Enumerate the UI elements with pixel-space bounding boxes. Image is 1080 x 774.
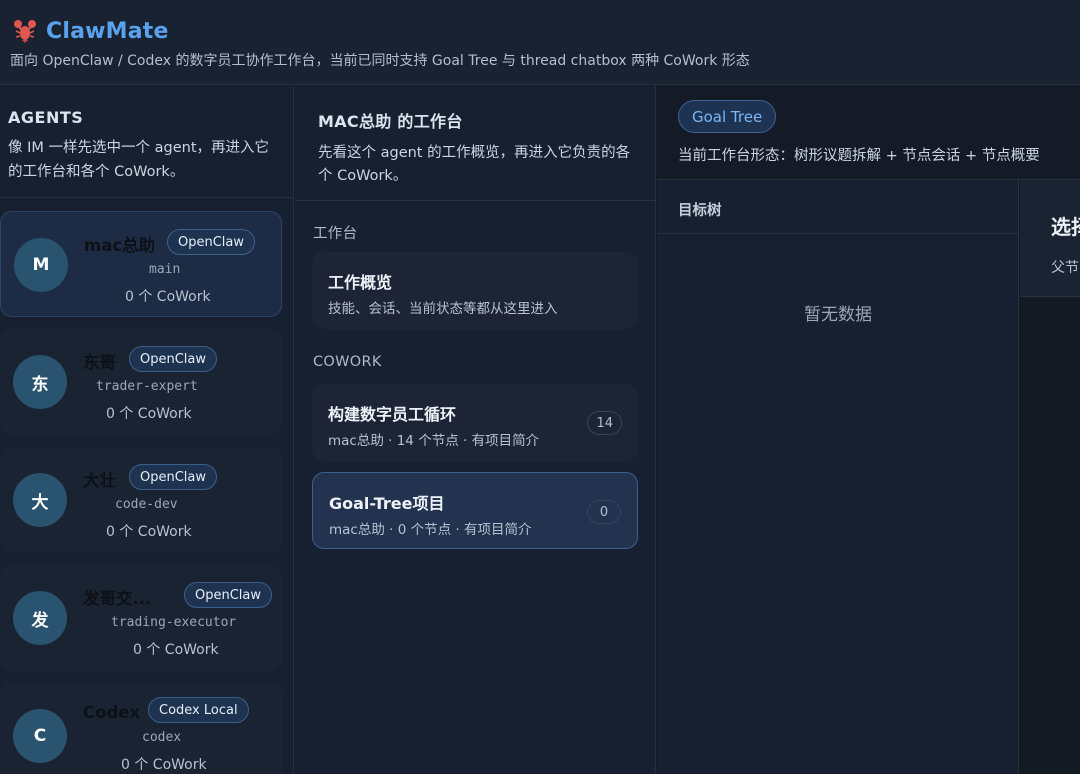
agents-sidebar: AGENTS 像 IM 一样先选中一个 agent，再进入它的工作台和各个 Co… (0, 86, 294, 774)
cowork-header: Goal Tree 当前工作台形态：树形议题拆解 + 节点会话 + 节点概要 (657, 86, 1080, 180)
agent-id: trading-executor (111, 615, 237, 630)
overview-title: 工作概览 (328, 273, 393, 292)
agent-id: code-dev (115, 497, 178, 512)
avatar: C (13, 709, 67, 763)
node-detail-subtitle: 父节点 (1051, 260, 1080, 276)
avatar: M (14, 238, 68, 292)
agent-name: 东哥 (83, 353, 116, 372)
node-count-badge: 14 (587, 411, 622, 435)
agent-card-codex[interactable]: C Codex Codex Local codex 0 个 CoWork (0, 683, 282, 774)
goal-tree-panel: 目标树 暂无数据 (657, 180, 1019, 774)
section-label-workbench: 工作台 (313, 226, 358, 242)
agent-type-badge: OpenClaw (129, 346, 218, 372)
cowork-area: Goal Tree 当前工作台形态：树形议题拆解 + 节点会话 + 节点概要 目… (657, 86, 1080, 774)
overview-card[interactable]: 工作概览 技能、会话、当前状态等都从这里进入 (312, 252, 638, 329)
agent-card-fage[interactable]: 发 发哥交... OpenClaw trading-executor 0 个 C… (0, 565, 282, 671)
cowork-subtitle: mac总助 · 0 个节点 · 有项目简介 (329, 522, 532, 538)
agent-name: 发哥交... (83, 589, 152, 608)
top-header: ClawMate 面向 OpenClaw / Codex 的数字员工协作工作台，… (0, 0, 1080, 85)
node-detail-title: 选择 (1051, 215, 1080, 239)
cowork-subtitle: mac总助 · 14 个节点 · 有项目简介 (328, 433, 540, 449)
app-root: ClawMate 面向 OpenClaw / Codex 的数字员工协作工作台，… (0, 0, 1080, 774)
agents-header: AGENTS 像 IM 一样先选中一个 agent，再进入它的工作台和各个 Co… (0, 86, 293, 198)
workspace-header: MAC总助 的工作台 先看这个 agent 的工作概览，再进入它负责的各个 Co… (295, 86, 655, 201)
overview-subtitle: 技能、会话、当前状态等都从这里进入 (328, 301, 558, 317)
agent-id: trader-expert (96, 379, 198, 394)
agent-name: 大壮 (83, 471, 116, 490)
agent-list: M mac总助 OpenClaw main 0 个 CoWork 东 东哥 Op… (0, 211, 282, 774)
section-label-cowork: COWORK (313, 354, 382, 370)
cowork-title: 构建数字员工循环 (328, 405, 457, 424)
cowork-title: Goal-Tree项目 (329, 494, 445, 513)
lobster-logo-icon (14, 20, 36, 43)
mode-description: 当前工作台形态：树形议题拆解 + 节点会话 + 节点概要 (678, 148, 1040, 164)
agent-name: Codex (83, 703, 141, 722)
node-count-badge: 0 (587, 500, 621, 524)
agent-cowork-count: 0 个 CoWork (106, 406, 192, 422)
agent-type-badge: OpenClaw (184, 582, 273, 608)
node-detail-header: 选择 父节点 (1020, 180, 1080, 297)
agent-name: mac总助 (84, 236, 156, 255)
agent-type-badge: Codex Local (148, 697, 249, 723)
cowork-item[interactable]: 构建数字员工循环 mac总助 · 14 个节点 · 有项目简介 14 (312, 384, 638, 461)
agent-card-dazhuang[interactable]: 大 大壮 OpenClaw code-dev 0 个 CoWork (0, 447, 282, 553)
workspace-title: MAC总助 的工作台 (318, 112, 463, 131)
agents-description: 像 IM 一样先选中一个 agent，再进入它的工作台和各个 CoWork。 (8, 140, 269, 180)
agent-id: main (149, 262, 181, 277)
empty-state: 暂无数据 (804, 305, 872, 325)
agent-card-mac[interactable]: M mac总助 OpenClaw main 0 个 CoWork (0, 211, 282, 317)
agent-cowork-count: 0 个 CoWork (106, 524, 192, 540)
avatar: 发 (13, 591, 67, 645)
brand: ClawMate (12, 18, 169, 44)
agent-cowork-count: 0 个 CoWork (125, 289, 211, 305)
agent-id: codex (142, 730, 182, 745)
agent-card-dongge[interactable]: 东 东哥 OpenClaw trader-expert 0 个 CoWork (0, 329, 282, 435)
node-detail-panel: 选择 父节点 (1020, 180, 1080, 774)
tree-panel-title: 目标树 (657, 180, 1018, 234)
agent-cowork-count: 0 个 CoWork (121, 757, 207, 773)
workspace-panel: MAC总助 的工作台 先看这个 agent 的工作概览，再进入它负责的各个 Co… (295, 86, 656, 774)
agent-cowork-count: 0 个 CoWork (133, 642, 219, 658)
agents-title: AGENTS (8, 108, 84, 127)
agent-type-badge: OpenClaw (167, 229, 256, 255)
app-title: ClawMate (46, 18, 169, 44)
agent-type-badge: OpenClaw (129, 464, 218, 490)
workspace-description: 先看这个 agent 的工作概览，再进入它负责的各个 CoWork。 (318, 145, 631, 184)
avatar: 东 (13, 355, 67, 409)
app-subtitle: 面向 OpenClaw / Codex 的数字员工协作工作台，当前已同时支持 G… (10, 53, 750, 69)
avatar: 大 (13, 473, 67, 527)
cowork-item[interactable]: Goal-Tree项目 mac总助 · 0 个节点 · 有项目简介 0 (312, 472, 638, 549)
mode-tab-goal-tree[interactable]: Goal Tree (678, 100, 777, 133)
